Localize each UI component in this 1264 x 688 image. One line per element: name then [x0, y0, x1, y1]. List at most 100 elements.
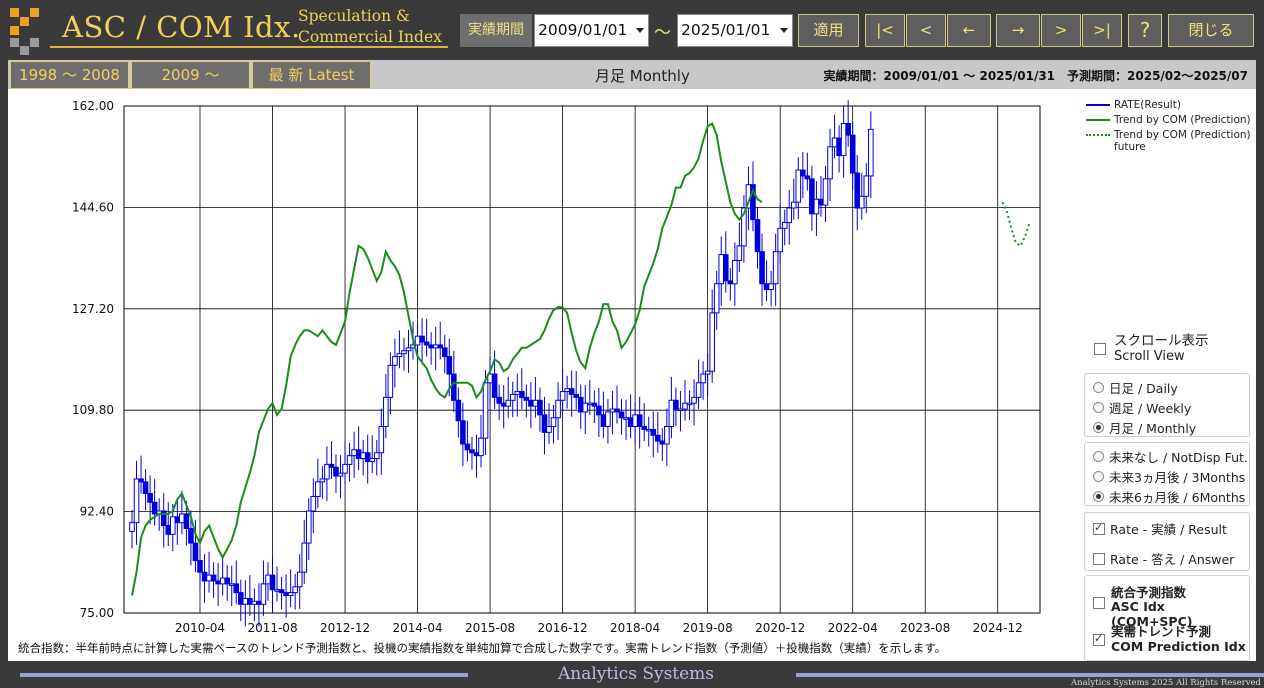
- rate-candle: [428, 344, 434, 349]
- chevron-down-icon: [636, 28, 644, 33]
- period-radio-group: 日足 / Daily 週足 / Weekly 月足 / Monthly: [1084, 373, 1250, 437]
- asc-checkbox[interactable]: [1093, 597, 1105, 609]
- rate-candle: [586, 402, 593, 406]
- radio-weekly-indicator[interactable]: [1093, 402, 1104, 413]
- nav-forward-button[interactable]: →: [996, 14, 1040, 47]
- rate-candle: [432, 344, 439, 349]
- rate-result-option[interactable]: Rate - 実績 / Result: [1093, 519, 1227, 538]
- main-panel: 162.00 144.60 127.20 109.80 92.40 75.00 2010-…: [8, 89, 1256, 661]
- rate-candle: [827, 146, 833, 180]
- rate-candle: [437, 344, 444, 349]
- rate-candle: [732, 259, 738, 285]
- rate-candle: [804, 175, 811, 180]
- rate-candle: [296, 571, 303, 588]
- rate-candle: [179, 513, 185, 524]
- radio-daily-indicator[interactable]: [1093, 382, 1104, 393]
- rate-candle: [854, 172, 861, 209]
- rate-candle: [858, 195, 865, 209]
- y-tick-label: 92.40: [80, 505, 114, 519]
- rate-candle: [709, 312, 715, 372]
- rate-candle: [591, 402, 598, 407]
- rate-candle: [863, 175, 870, 197]
- rate-candle: [609, 408, 616, 413]
- rate-candle: [419, 335, 425, 343]
- rate-candle: [405, 347, 412, 352]
- rate-candle: [713, 283, 720, 314]
- nav-first-button[interactable]: |<: [865, 14, 905, 47]
- rate-candle: [618, 411, 625, 419]
- help-button[interactable]: ?: [1128, 14, 1162, 47]
- rate-candle: [169, 516, 176, 535]
- rate-candle: [627, 417, 634, 428]
- rate-candle: [523, 396, 530, 401]
- rate-candle: [151, 501, 158, 515]
- rate-candle: [287, 592, 294, 597]
- apply-button[interactable]: 適用: [798, 14, 859, 47]
- rate-answer-option[interactable]: Rate - 答え / Answer: [1093, 549, 1234, 568]
- rate-result-checkbox[interactable]: [1093, 521, 1105, 535]
- legend-trend: Trend by COM (Prediction): [1086, 114, 1251, 126]
- rate-candle: [818, 198, 824, 206]
- rate-candle: [695, 382, 702, 398]
- com-checkbox[interactable]: [1093, 632, 1105, 646]
- rate-candle: [537, 399, 543, 416]
- radio-future-none-label: 未来なし / NotDisp Fut.: [1109, 450, 1248, 465]
- rate-candle: [305, 510, 312, 544]
- footer-line-left: [20, 673, 468, 677]
- radio-future-none-indicator[interactable]: [1093, 451, 1104, 462]
- rate-candle: [496, 396, 502, 404]
- start-date-value: 2009/01/01: [538, 21, 628, 39]
- legend-trend-label: Trend by COM (Prediction): [1114, 114, 1251, 126]
- rate-answer-checkbox[interactable]: [1093, 552, 1105, 565]
- start-date-select[interactable]: 2009/01/01: [534, 14, 649, 47]
- range-2009-button[interactable]: 2009 ～: [131, 61, 250, 89]
- range-1998-2008-button[interactable]: 1998 ～ 2008: [10, 61, 129, 89]
- rate-candle: [324, 463, 330, 480]
- rate-candle: [564, 388, 570, 393]
- latest-button[interactable]: 最 新 Latest: [252, 61, 371, 89]
- radio-future-3m[interactable]: 未来3ヵ月後 / 3Months: [1093, 467, 1245, 486]
- end-date-select[interactable]: 2025/01/01: [677, 14, 793, 47]
- rate-candle: [315, 481, 321, 497]
- rate-candle: [478, 437, 484, 457]
- radio-monthly[interactable]: 月足 / Monthly: [1093, 418, 1196, 437]
- radio-weekly[interactable]: 週足 / Weekly: [1093, 398, 1191, 417]
- rate-candle: [242, 597, 249, 605]
- rate-candle: [224, 577, 230, 585]
- future-radio-group: 未来なし / NotDisp Fut. 未来3ヵ月後 / 3Months 未来6…: [1084, 442, 1250, 506]
- rate-candle: [582, 402, 589, 413]
- rate-candle: [441, 347, 448, 358]
- rate-candle: [849, 134, 856, 174]
- close-button[interactable]: 閉じる: [1168, 14, 1254, 47]
- logo: [10, 8, 46, 55]
- rate-candle: [645, 428, 652, 432]
- rate-candle: [392, 356, 398, 366]
- nav-next-button[interactable]: >: [1041, 14, 1081, 47]
- nav-prev-button[interactable]: <: [906, 14, 946, 47]
- rate-candle: [206, 574, 212, 582]
- radio-future-6m-indicator[interactable]: [1093, 491, 1104, 502]
- rate-candle: [142, 481, 149, 495]
- y-tick-label: 75.00: [80, 606, 114, 620]
- rate-candle: [423, 341, 430, 346]
- rate-candle: [514, 391, 521, 395]
- radio-future-none[interactable]: 未来なし / NotDisp Fut.: [1093, 447, 1248, 466]
- radio-future-6m[interactable]: 未来6ヵ月後 / 6Months: [1093, 487, 1245, 506]
- scroll-view-label-en: Scroll View: [1114, 349, 1185, 364]
- x-tick-label: 2015-08: [465, 621, 515, 635]
- rate-candle: [364, 452, 371, 462]
- rate-candle: [632, 414, 638, 428]
- radio-daily[interactable]: 日足 / Daily: [1093, 378, 1178, 397]
- rate-candle: [555, 399, 561, 419]
- nav-last-button[interactable]: >|: [1082, 14, 1122, 47]
- chevron-down-icon: [780, 28, 788, 33]
- company-name: Analytics Systems: [558, 664, 715, 684]
- nav-back-button[interactable]: ←: [947, 14, 991, 47]
- radio-future-3m-indicator[interactable]: [1093, 471, 1104, 482]
- rate-candle: [228, 583, 235, 586]
- rate-candle: [704, 370, 711, 375]
- scroll-view-checkbox[interactable]: [1094, 343, 1106, 355]
- subtitle-line-1: Speculation &: [298, 7, 410, 25]
- rate-candle: [795, 169, 802, 203]
- radio-monthly-indicator[interactable]: [1093, 422, 1104, 433]
